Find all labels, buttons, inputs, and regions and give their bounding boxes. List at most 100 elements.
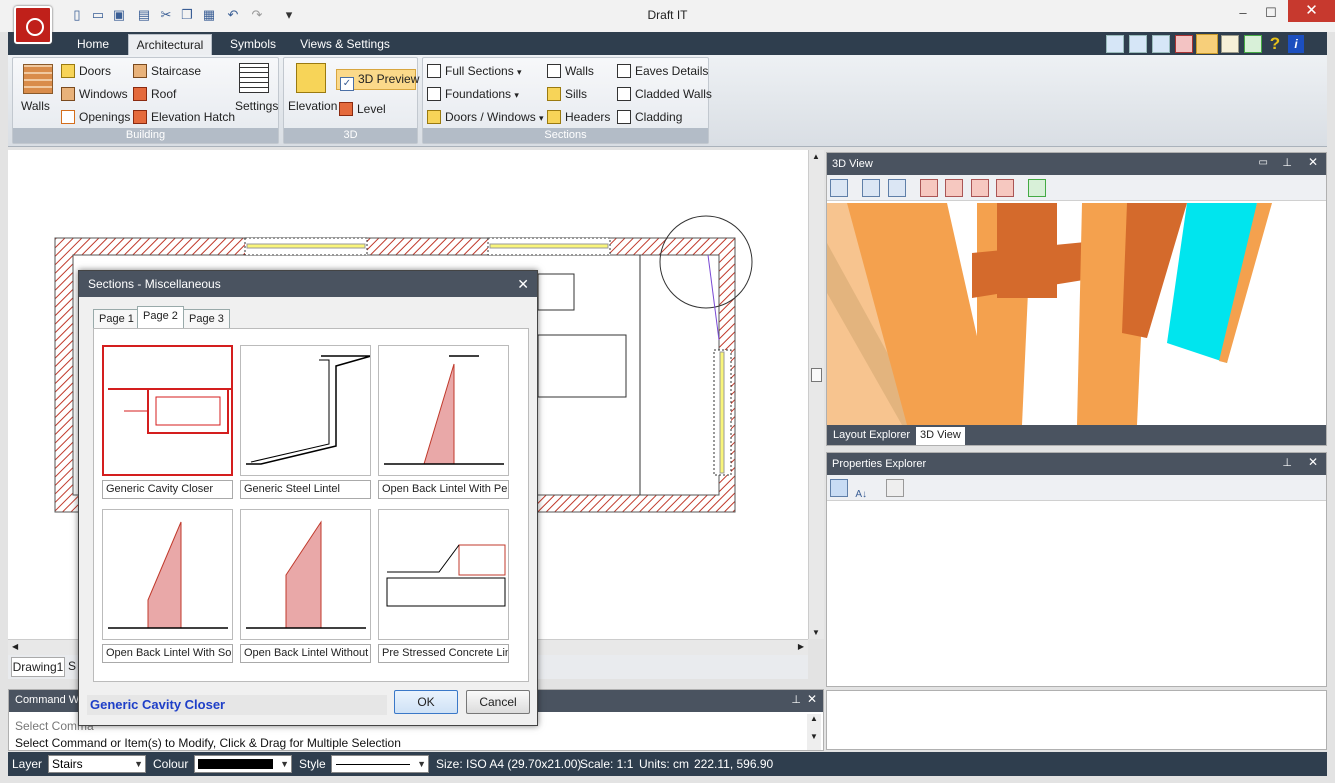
scroll-thumb[interactable]: [811, 368, 822, 382]
section-gallery: Generic Cavity Closer Generic Steel Lint…: [93, 328, 529, 682]
categorized-icon[interactable]: [830, 479, 848, 497]
snap-icon[interactable]: [1196, 34, 1218, 54]
group-building: Walls Doors Windows Openings Staircase R…: [12, 57, 279, 144]
rotate-left-icon[interactable]: [920, 179, 939, 197]
thumb-open-back-lintel-solid[interactable]: [102, 509, 233, 640]
cladded-walls-icon: [617, 87, 631, 101]
properties-close-icon[interactable]: ✕: [1308, 455, 1318, 469]
foundations-button[interactable]: Foundations ▾: [427, 85, 519, 103]
label-generic-steel-lintel[interactable]: Generic Steel Lintel: [240, 480, 371, 499]
3d-close-icon[interactable]: ✕: [1308, 155, 1318, 169]
scroll-right-icon[interactable]: ▶: [798, 642, 804, 651]
elevation-hatch-button[interactable]: Elevation Hatch: [133, 108, 235, 126]
minimize-button[interactable]: –: [1230, 4, 1256, 22]
zoom-extents-icon[interactable]: [1106, 35, 1124, 53]
label-open-back-lintel-perf[interactable]: Open Back Lintel With Perf: [378, 480, 509, 499]
info-icon[interactable]: i: [1288, 35, 1304, 53]
ortho-icon[interactable]: [1221, 35, 1239, 53]
walls-icon[interactable]: [23, 64, 53, 94]
walls-section-button[interactable]: Walls: [547, 62, 594, 80]
zoom-window-icon[interactable]: [1129, 35, 1147, 53]
command-window-title: Command Wi: [15, 694, 82, 706]
help-icon[interactable]: ?: [1266, 34, 1284, 54]
staircase-button[interactable]: Staircase: [133, 62, 201, 80]
sills-button[interactable]: Sills: [547, 85, 587, 103]
grid-icon[interactable]: [1175, 35, 1193, 53]
doors-button[interactable]: Doors: [61, 62, 111, 80]
settings-icon[interactable]: [239, 63, 269, 93]
walls-button[interactable]: Walls: [21, 97, 50, 115]
tab-views-settings[interactable]: Views & Settings: [296, 34, 394, 55]
tab-page-2[interactable]: Page 2: [137, 306, 184, 329]
pin-icon[interactable]: ⊥: [1282, 456, 1292, 469]
roof-button[interactable]: Roof: [133, 85, 176, 103]
sort-alphabetical-icon[interactable]: A↓: [855, 489, 873, 507]
steel-lintel-drawing: [246, 355, 370, 465]
property-pages-icon[interactable]: [885, 479, 904, 497]
document-icon[interactable]: [1244, 35, 1262, 53]
pre-stressed-concrete-drawing: [386, 544, 506, 607]
pin-icon[interactable]: ⊥: [791, 693, 801, 706]
thumb-open-back-lintel-perf[interactable]: [378, 345, 509, 476]
eaves-details-button[interactable]: Eaves Details: [617, 62, 708, 80]
close-button[interactable]: ✕: [1288, 0, 1335, 22]
colour-select[interactable]: ▼: [194, 755, 292, 773]
doors-windows-button[interactable]: Doors / Windows ▾: [427, 108, 544, 126]
scroll-left-icon[interactable]: ◀: [12, 642, 18, 651]
3d-render[interactable]: [827, 203, 1326, 425]
thumb-generic-cavity-closer[interactable]: [102, 345, 233, 476]
thumb-pre-stressed-concrete-lintel[interactable]: [378, 509, 509, 640]
refresh-icon[interactable]: [1028, 179, 1047, 197]
zoom-out-icon[interactable]: [887, 179, 906, 197]
scroll-up-icon[interactable]: ▲: [812, 152, 820, 161]
pin-icon[interactable]: ⊥: [1282, 156, 1292, 169]
dialog-close-icon[interactable]: ✕: [517, 276, 529, 293]
rotate-down-icon[interactable]: [970, 179, 989, 197]
cladded-walls-button[interactable]: Cladded Walls: [617, 85, 712, 103]
maximize-button[interactable]: ☐: [1258, 4, 1284, 22]
command-close-icon[interactable]: ✕: [807, 692, 817, 706]
thumb-generic-steel-lintel[interactable]: [240, 345, 371, 476]
rotate-up-icon[interactable]: [945, 179, 964, 197]
tab-layout-explorer[interactable]: Layout Explorer: [829, 427, 914, 443]
staircase-icon: [133, 64, 147, 78]
cladding-button[interactable]: Cladding: [617, 108, 682, 126]
style-select[interactable]: ▼: [331, 755, 429, 773]
layer-select[interactable]: Stairs ▼: [48, 755, 146, 773]
settings-button[interactable]: Settings: [235, 97, 278, 115]
tab-home[interactable]: Home: [70, 34, 116, 55]
canvas-vertical-scrollbar[interactable]: ▲ ▼: [808, 150, 824, 639]
headers-button[interactable]: Headers: [547, 108, 610, 126]
style-label: Style: [299, 757, 326, 771]
drawing-tab-drawing1[interactable]: Drawing1: [11, 657, 65, 677]
sills-icon: [547, 87, 561, 101]
thumb-open-back-lintel-without[interactable]: [240, 509, 371, 640]
tab-architectural[interactable]: Architectural: [128, 34, 212, 55]
scroll-down-icon[interactable]: ▼: [812, 628, 820, 637]
label-open-back-lintel-without[interactable]: Open Back Lintel Without E: [240, 644, 371, 663]
label-open-back-lintel-solid[interactable]: Open Back Lintel With Soli: [102, 644, 233, 663]
tab-page-1[interactable]: Page 1: [93, 309, 140, 329]
3d-preview-toggle[interactable]: ✓ 3D Preview: [336, 69, 419, 91]
label-generic-cavity-closer[interactable]: Generic Cavity Closer: [102, 480, 233, 499]
windows-button[interactable]: Windows: [61, 85, 128, 103]
save-view-icon[interactable]: [830, 179, 848, 197]
elevation-button[interactable]: Elevation: [288, 97, 337, 115]
command-scrollbar[interactable]: ▲ ▼: [807, 714, 821, 750]
openings-button[interactable]: Openings: [61, 108, 130, 126]
restore-icon[interactable]: ▭: [1259, 157, 1268, 168]
label-pre-stressed-concrete-lintel[interactable]: Pre Stressed Concrete Lin: [378, 644, 509, 663]
tab-symbols[interactable]: Symbols: [224, 34, 282, 55]
windows-icon: [61, 87, 75, 101]
level-button[interactable]: Level: [339, 100, 386, 118]
full-sections-button[interactable]: Full Sections ▾: [427, 62, 522, 80]
tab-page-3[interactable]: Page 3: [183, 309, 230, 329]
zoom-in-icon[interactable]: [862, 179, 881, 197]
app-menu-button[interactable]: [14, 6, 52, 44]
zoom-in-icon[interactable]: [1152, 35, 1170, 53]
tab-3d-view[interactable]: 3D View: [916, 427, 965, 445]
cancel-button[interactable]: Cancel: [466, 690, 530, 714]
house-icon[interactable]: [296, 63, 326, 93]
rotate-right-icon[interactable]: [996, 179, 1015, 197]
ok-button[interactable]: OK: [394, 690, 458, 714]
